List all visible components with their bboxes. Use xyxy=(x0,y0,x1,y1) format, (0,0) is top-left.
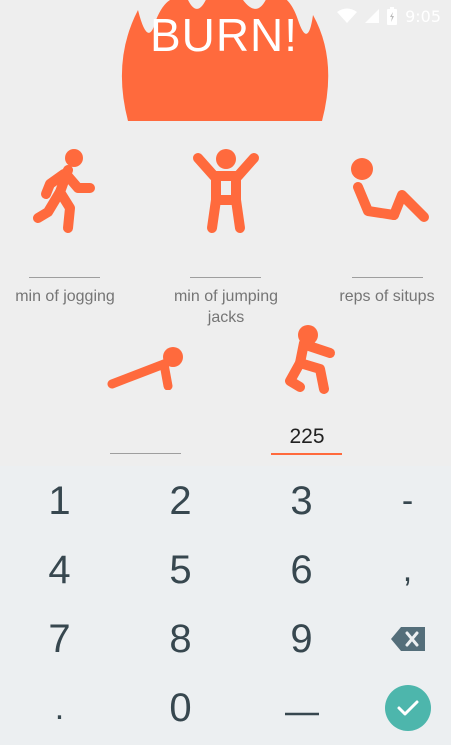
squats-input[interactable] xyxy=(271,453,342,455)
key-0[interactable]: 0 xyxy=(124,673,237,743)
key-7[interactable]: 7 xyxy=(3,604,116,674)
key-6[interactable]: 6 xyxy=(245,535,358,605)
status-time: 9:05 xyxy=(405,6,441,26)
space-key[interactable] xyxy=(245,673,358,743)
key-comma[interactable]: , xyxy=(351,535,451,605)
done-button[interactable] xyxy=(385,685,431,731)
status-bar: 9:05 xyxy=(311,0,451,32)
jogging-label: min of jogging xyxy=(15,288,115,305)
signal-icon xyxy=(365,9,380,23)
key-3[interactable]: 3 xyxy=(245,466,358,536)
app-title: BURN! xyxy=(149,9,299,61)
jumping-jacks-input[interactable] xyxy=(190,277,261,278)
backspace-key[interactable] xyxy=(351,604,451,674)
running-icon xyxy=(33,149,95,233)
checkmark-icon xyxy=(397,700,419,716)
key-dot[interactable]: . xyxy=(3,673,116,743)
squats-value[interactable]: 225 xyxy=(267,425,347,449)
key-4[interactable]: 4 xyxy=(3,535,116,605)
pushups-input[interactable] xyxy=(110,453,181,454)
key-9[interactable]: 9 xyxy=(245,604,358,674)
situps-icon xyxy=(351,158,429,222)
key-2[interactable]: 2 xyxy=(124,466,237,536)
situps-label: reps of situps xyxy=(339,288,435,305)
key-8[interactable]: 8 xyxy=(124,604,237,674)
key-5[interactable]: 5 xyxy=(124,535,237,605)
wifi-icon xyxy=(337,8,358,23)
space-icon xyxy=(284,712,319,716)
situps-input[interactable] xyxy=(352,277,423,278)
battery-charging-icon xyxy=(387,7,398,25)
squat-icon xyxy=(285,325,335,394)
jumping-jacks-icon xyxy=(193,149,259,233)
pushup-icon xyxy=(107,347,183,390)
backspace-icon xyxy=(390,627,425,651)
key-minus[interactable]: - xyxy=(351,466,451,536)
key-1[interactable]: 1 xyxy=(3,466,116,536)
jumping-jacks-label: min of jumping jacks xyxy=(173,288,279,326)
jogging-input[interactable] xyxy=(29,277,100,278)
